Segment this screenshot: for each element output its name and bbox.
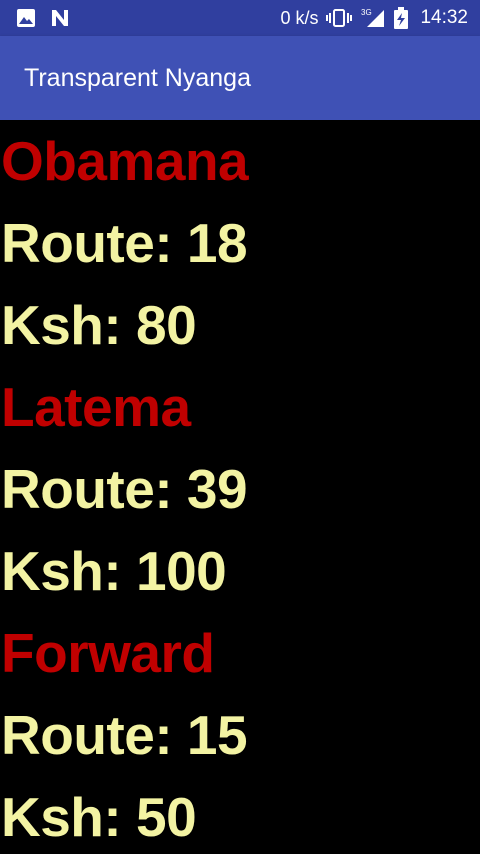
status-right-icons: 0 k/s 3G 14:32 bbox=[280, 6, 468, 30]
list-item[interactable]: Obamana Route: 18 Ksh: 80 bbox=[0, 120, 480, 366]
matatu-list[interactable]: Obamana Route: 18 Ksh: 80 Latema Route: … bbox=[0, 120, 480, 854]
route-number: Route: 39 bbox=[1, 458, 248, 520]
list-item[interactable]: Forward Route: 15 Ksh: 50 bbox=[0, 612, 480, 854]
sacco-name: Obamana bbox=[1, 130, 249, 192]
sacco-name: Forward bbox=[1, 622, 215, 684]
status-left-icons bbox=[16, 8, 70, 28]
status-bar: 0 k/s 3G 14:32 bbox=[0, 0, 480, 36]
signal-3g-icon: 3G bbox=[360, 7, 386, 29]
fare-amount: Ksh: 50 bbox=[1, 786, 197, 848]
route-number: Route: 18 bbox=[1, 212, 248, 274]
network-type-label: 3G bbox=[361, 8, 372, 17]
fare-amount: Ksh: 80 bbox=[1, 294, 197, 356]
app-screen: 0 k/s 3G 14:32 Transparent Nyanga Obaman… bbox=[0, 0, 480, 854]
network-speed: 0 k/s bbox=[280, 8, 319, 28]
n-logo-icon bbox=[50, 8, 70, 28]
clock: 14:32 bbox=[420, 7, 468, 28]
list-item[interactable]: Latema Route: 39 Ksh: 100 bbox=[0, 366, 480, 612]
fare-amount: Ksh: 100 bbox=[1, 540, 227, 602]
sacco-name: Latema bbox=[1, 376, 191, 438]
app-title: Transparent Nyanga bbox=[24, 64, 251, 92]
route-number: Route: 15 bbox=[1, 704, 248, 766]
app-bar: Transparent Nyanga bbox=[0, 36, 480, 120]
image-icon bbox=[16, 8, 36, 28]
battery-charging-icon bbox=[394, 7, 409, 29]
vibrate-icon bbox=[326, 8, 353, 28]
